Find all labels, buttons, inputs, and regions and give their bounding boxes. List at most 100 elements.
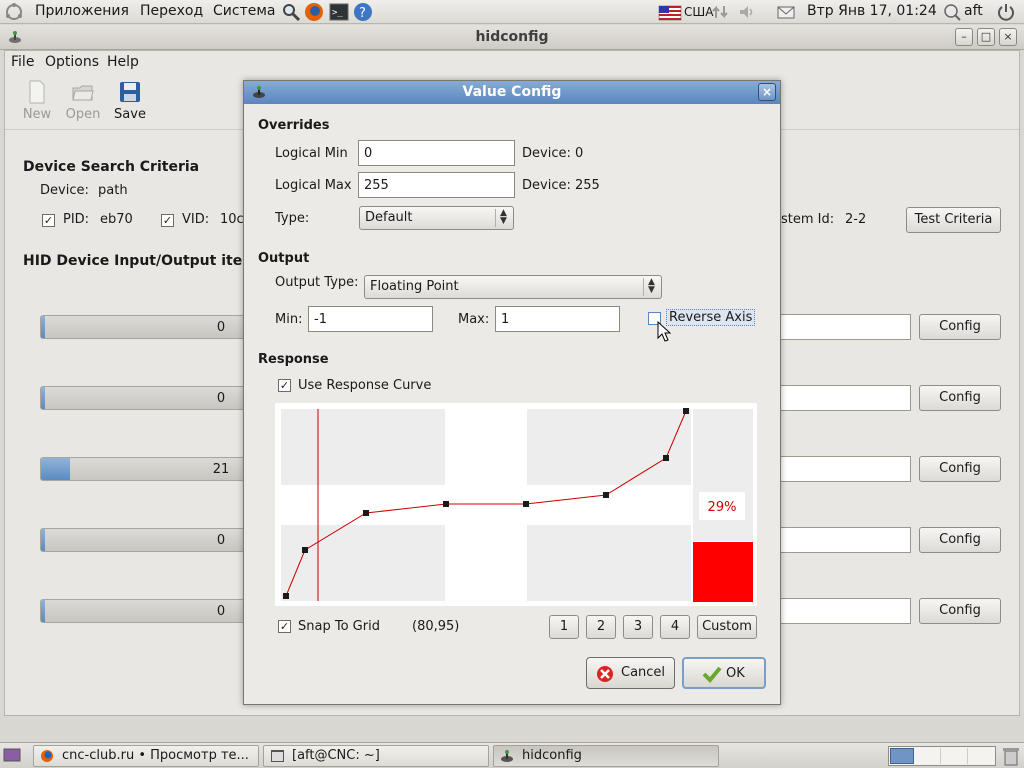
open-button[interactable]: Open <box>60 80 106 126</box>
curve-control-point[interactable] <box>443 501 449 507</box>
close-button[interactable]: × <box>999 28 1017 46</box>
task-firefox[interactable]: cnc-club.ru • Просмотр те... <box>33 745 259 767</box>
us-flag-icon <box>658 5 682 21</box>
workspace-1[interactable] <box>890 748 914 764</box>
task-hidconfig[interactable]: hidconfig <box>493 745 719 767</box>
preset-2-button[interactable]: 2 <box>586 615 616 639</box>
io-item-name-field[interactable] <box>779 598 911 624</box>
search-icon[interactable] <box>281 2 301 22</box>
open-label: Open <box>65 107 101 122</box>
firefox-icon[interactable] <box>304 2 324 22</box>
menu-applications[interactable]: Приложения <box>35 3 129 19</box>
show-desktop-icon[interactable] <box>3 747 21 763</box>
response-curve-graph[interactable]: 29% <box>275 403 757 606</box>
keyboard-layout[interactable]: США <box>684 5 713 19</box>
combo-arrows-icon: ▲ ▼ <box>495 209 509 227</box>
snap-to-grid-checkbox[interactable]: ✓ <box>278 620 291 633</box>
cancel-icon <box>597 666 613 682</box>
svg-text:?: ? <box>359 6 366 21</box>
type-combo[interactable]: Default ▲ ▼ <box>359 206 514 230</box>
pid-checkbox[interactable]: ✓ <box>42 214 55 227</box>
overrides-heading: Overrides <box>258 118 330 133</box>
test-criteria-button[interactable]: Test Criteria <box>906 207 1001 233</box>
volume-icon[interactable] <box>737 2 757 22</box>
save-floppy-icon <box>120 82 140 102</box>
curve-control-point[interactable] <box>523 501 529 507</box>
value-config-dialog: Value Config × Overrides Logical Min Dev… <box>243 80 781 705</box>
menu-system[interactable]: Система <box>213 3 275 19</box>
curve-control-point[interactable] <box>363 510 369 516</box>
main-window-titlebar[interactable]: hidconfig – □ × <box>0 25 1024 50</box>
io-item-name-field[interactable] <box>779 456 911 482</box>
task-terminal[interactable]: [aft@CNC: ~] <box>263 745 489 767</box>
workspace-2[interactable] <box>916 748 941 764</box>
pid-value: eb70 <box>100 212 133 227</box>
curve-control-point[interactable] <box>603 492 609 498</box>
response-curve-canvas[interactable]: 29% <box>275 403 757 606</box>
curve-control-point[interactable] <box>283 593 289 599</box>
workspace-3[interactable] <box>943 748 968 764</box>
io-item-config-button[interactable]: Config <box>919 527 1001 553</box>
output-heading: Output <box>258 251 310 266</box>
max-label: Max: <box>458 312 490 327</box>
io-item-name-field[interactable] <box>779 527 911 553</box>
terminal-icon[interactable]: >_ <box>329 2 349 22</box>
power-icon[interactable] <box>996 2 1016 22</box>
menu-help[interactable]: Help <box>107 54 139 70</box>
workspace-switcher[interactable] <box>888 746 996 766</box>
maximize-button[interactable]: □ <box>977 28 995 46</box>
cancel-button[interactable]: Cancel <box>586 657 675 689</box>
mouse-cursor-icon <box>657 321 671 342</box>
pid-label: PID: <box>63 212 90 227</box>
dialog-close-button[interactable]: × <box>758 83 776 101</box>
user-status-icon[interactable] <box>942 2 962 22</box>
trash-icon[interactable] <box>1002 746 1020 766</box>
save-button[interactable]: Save <box>107 80 153 126</box>
io-item-config-button[interactable]: Config <box>919 598 1001 624</box>
clock[interactable]: Втр Янв 17, 01:24 <box>807 3 937 19</box>
curve-control-point[interactable] <box>683 408 689 414</box>
network-icon[interactable] <box>710 2 730 22</box>
open-folder-icon <box>72 85 94 101</box>
help-icon[interactable]: ? <box>353 2 373 22</box>
device-value: path <box>98 183 128 198</box>
new-button[interactable]: New <box>14 80 60 126</box>
use-response-curve-checkbox[interactable]: ✓ <box>278 379 291 392</box>
io-item-name-field[interactable] <box>779 314 911 340</box>
menu-file[interactable]: File <box>11 54 34 70</box>
io-item-config-button[interactable]: Config <box>919 456 1001 482</box>
user-name[interactable]: aft <box>964 3 983 19</box>
output-type-value: Floating Point <box>370 279 459 294</box>
logical-min-input[interactable] <box>358 140 515 166</box>
svg-text:>_: >_ <box>332 8 343 18</box>
cancel-label: Cancel <box>621 665 666 680</box>
app-icon <box>501 750 513 762</box>
logical-max-input[interactable] <box>358 172 515 198</box>
checkmark-icon <box>702 666 722 683</box>
preset-1-button[interactable]: 1 <box>549 615 579 639</box>
max-input[interactable] <box>495 306 620 332</box>
ok-button[interactable]: OK <box>682 657 766 689</box>
ubuntu-logo-icon[interactable] <box>4 2 24 22</box>
preset-4-button[interactable]: 4 <box>660 615 690 639</box>
curve-control-point[interactable] <box>663 455 669 461</box>
minimize-button[interactable]: – <box>955 28 973 46</box>
workspace-4[interactable] <box>970 748 994 764</box>
logical-max-label: Logical Max <box>275 178 352 193</box>
curve-control-point[interactable] <box>302 547 308 553</box>
vid-checkbox[interactable]: ✓ <box>161 214 174 227</box>
io-item-config-button[interactable]: Config <box>919 314 1001 340</box>
io-item-name-field[interactable] <box>779 385 911 411</box>
min-input[interactable] <box>308 306 433 332</box>
menu-places[interactable]: Переход <box>140 3 203 19</box>
preset-3-button[interactable]: 3 <box>623 615 653 639</box>
custom-button[interactable]: Custom <box>697 615 757 639</box>
output-type-combo[interactable]: Floating Point ▲ ▼ <box>364 275 662 299</box>
mail-icon[interactable] <box>776 2 796 22</box>
firefox-icon <box>41 750 53 762</box>
reverse-axis-label[interactable]: Reverse Axis <box>666 309 756 326</box>
device-label: Device: <box>40 183 89 198</box>
menu-options[interactable]: Options <box>45 54 99 70</box>
io-item-config-button[interactable]: Config <box>919 385 1001 411</box>
dialog-titlebar[interactable]: Value Config × <box>244 81 780 104</box>
